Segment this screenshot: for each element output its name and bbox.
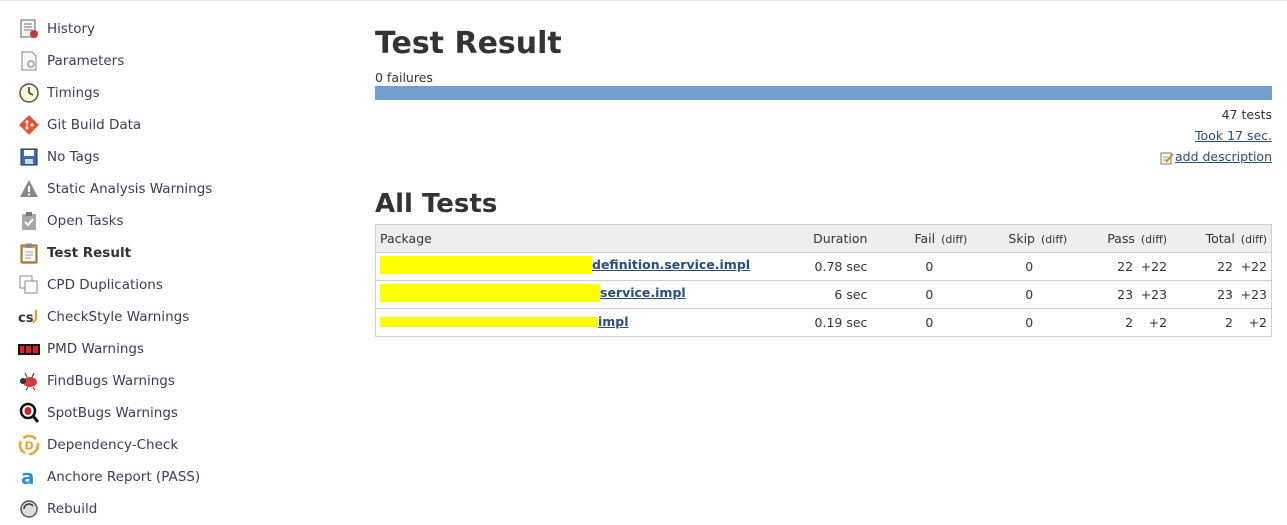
sidebar-item-label: Test Result	[47, 245, 132, 261]
sidebar-item-label: SpotBugs Warnings	[47, 405, 178, 421]
sidebar-item-checkstyle-warnings[interactable]: cs CheckStyle Warnings	[0, 301, 300, 333]
sidebar-item-label: Anchore Report (PASS)	[47, 469, 201, 485]
sidebar-item-dependency-check[interactable]: D Dependency-Check	[0, 429, 300, 461]
sidebar-item-label: CPD Duplications	[47, 277, 163, 293]
fail-cell: 0	[871, 308, 972, 337]
notepad-icon	[18, 18, 40, 40]
duration-link[interactable]: Took 17 sec.	[1195, 128, 1272, 143]
sidebar-item-history[interactable]: History	[0, 13, 300, 45]
sidebar-item-static-analysis-warnings[interactable]: Static Analysis Warnings	[0, 173, 300, 205]
sidebar-item-label: Static Analysis Warnings	[47, 181, 213, 197]
package-cell: impl	[375, 308, 803, 337]
header-skip[interactable]: Skip (diff)	[971, 223, 1072, 253]
failures-count: 0 failures	[375, 70, 433, 85]
sidebar-item-label: Dependency-Check	[47, 437, 179, 453]
package-cell: service.impl	[375, 280, 803, 309]
fail-cell: 0	[871, 252, 972, 281]
clipboard-icon	[18, 242, 40, 264]
sidebar-item-label: Git Build Data	[47, 117, 142, 133]
sidebar-item-test-result[interactable]: Test Result	[0, 237, 300, 269]
sidebar-item-no-tags[interactable]: No Tags	[0, 141, 300, 173]
package-link[interactable]: impl	[380, 314, 629, 329]
anchore-icon: a	[18, 466, 40, 488]
pass-cell: 2 +2	[1071, 308, 1172, 337]
sidebar-item-anchore-report[interactable]: a Anchore Report (PASS)	[0, 461, 300, 493]
summary-block: 47 tests Took 17 sec. add description	[375, 104, 1272, 171]
add-description-link[interactable]: add description	[1160, 146, 1272, 167]
pmd-icon	[18, 338, 40, 360]
clock-icon	[18, 82, 40, 104]
redacted-text	[380, 255, 592, 274]
warning-icon	[18, 178, 40, 200]
header-fail[interactable]: Fail (diff)	[871, 223, 972, 253]
copy-icon	[18, 274, 40, 296]
svg-text:D: D	[25, 440, 34, 453]
table-header-row: Package Duration Fail (diff) Skip (diff) P…	[375, 223, 1273, 253]
table-row: definition.service.impl 0.78 sec 0 0 22 +…	[375, 252, 1273, 281]
total-cell: 22 +22	[1171, 252, 1273, 281]
sidebar-item-findbugs-warnings[interactable]: FindBugs Warnings	[0, 365, 300, 397]
table-row: impl 0.19 sec 0 0 2 +2 2 +2	[375, 308, 1273, 337]
sidebar-item-rebuild[interactable]: Rebuild	[0, 493, 300, 525]
header-duration[interactable]: Duration	[802, 223, 872, 253]
package-link[interactable]: service.impl	[380, 283, 686, 302]
rebuild-icon	[18, 498, 40, 520]
pass-progress-bar	[375, 86, 1272, 100]
parameters-icon	[18, 50, 40, 72]
sidebar-item-spotbugs-warnings[interactable]: SpotBugs Warnings	[0, 397, 300, 429]
sidebar: History Parameters Timings Git Build Dat…	[0, 13, 300, 525]
all-tests-heading: All Tests	[375, 188, 498, 219]
sidebar-item-parameters[interactable]: Parameters	[0, 45, 300, 77]
duration-cell: 0.78 sec	[802, 252, 872, 281]
sidebar-item-label: Timings	[47, 85, 100, 101]
skip-cell: 0	[971, 280, 1072, 309]
sidebar-item-open-tasks[interactable]: Open Tasks	[0, 205, 300, 237]
sidebar-item-pmd-warnings[interactable]: PMD Warnings	[0, 333, 300, 365]
sidebar-item-label: History	[47, 21, 96, 37]
fail-cell: 0	[871, 280, 972, 309]
pass-cell: 22 +22	[1071, 252, 1172, 281]
sidebar-item-cpd-duplications[interactable]: CPD Duplications	[0, 269, 300, 301]
pass-cell: 23 +23	[1071, 280, 1172, 309]
sidebar-item-git-build-data[interactable]: Git Build Data	[0, 109, 300, 141]
git-icon	[18, 114, 40, 136]
sidebar-item-label: Rebuild	[47, 501, 98, 517]
header-pass[interactable]: Pass (diff)	[1071, 223, 1172, 253]
spotbugs-icon	[18, 402, 40, 424]
sidebar-item-label: No Tags	[47, 149, 100, 165]
redacted-text	[380, 283, 600, 302]
total-cell: 2 +2	[1171, 308, 1273, 337]
sidebar-item-label: Parameters	[47, 53, 125, 69]
skip-cell: 0	[971, 252, 1072, 281]
edit-notepad-icon	[1160, 150, 1174, 164]
duration-cell: 0.19 sec	[802, 308, 872, 337]
page-title: Test Result	[375, 26, 562, 61]
duration-cell: 6 sec	[802, 280, 872, 309]
header-total[interactable]: Total (diff)	[1171, 223, 1273, 253]
sidebar-item-label: Open Tasks	[47, 213, 124, 229]
test-results-table: Package Duration Fail (diff) Skip (diff) P…	[375, 223, 1273, 337]
header-package[interactable]: Package	[375, 223, 803, 253]
top-divider	[0, 0, 1287, 1]
sidebar-item-label: FindBugs Warnings	[47, 373, 175, 389]
bug-icon	[18, 370, 40, 392]
skip-cell: 0	[971, 308, 1072, 337]
main-content: Test Result 0 failures 47 tests Took 17 …	[375, 24, 1273, 337]
dependency-check-icon: D	[18, 434, 40, 456]
clipboard-check-icon	[18, 210, 40, 232]
add-description-label: add description	[1174, 149, 1272, 164]
sidebar-item-label: PMD Warnings	[47, 341, 145, 357]
table-row: service.impl 6 sec 0 0 23 +23 23 +23	[375, 280, 1273, 309]
package-cell: definition.service.impl	[375, 252, 803, 281]
save-icon	[18, 146, 40, 168]
svg-text:cs: cs	[18, 311, 34, 326]
total-cell: 23 +23	[1171, 280, 1273, 309]
sidebar-item-label: CheckStyle Warnings	[47, 309, 190, 325]
tests-count: 47 tests	[1221, 107, 1272, 122]
svg-text:a: a	[21, 466, 35, 488]
package-link[interactable]: definition.service.impl	[380, 255, 750, 274]
redacted-text	[380, 316, 598, 327]
checkstyle-icon: cs	[18, 306, 40, 328]
sidebar-item-timings[interactable]: Timings	[0, 77, 300, 109]
